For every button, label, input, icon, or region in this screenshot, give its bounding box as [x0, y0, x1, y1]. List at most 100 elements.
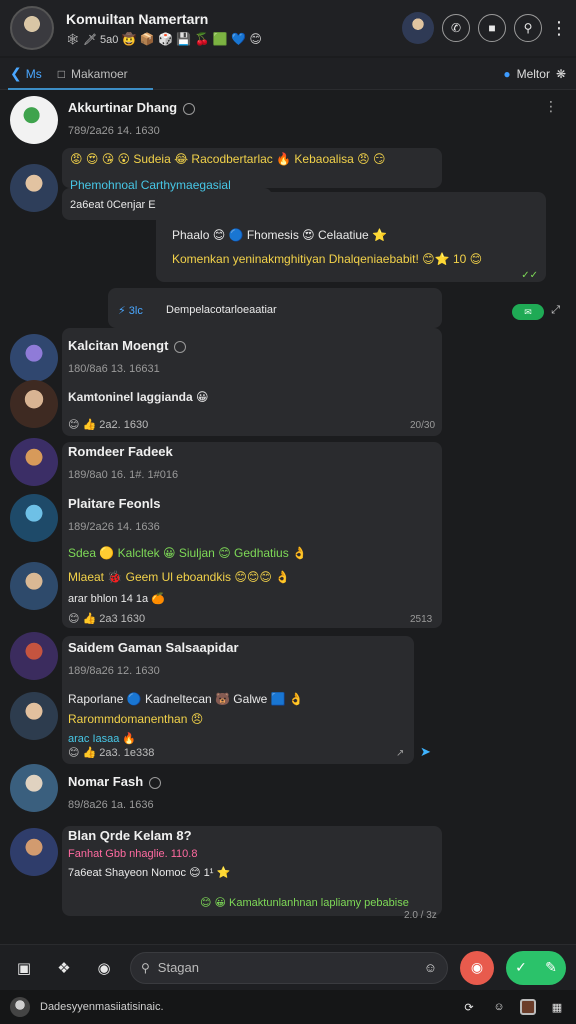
arrow-left-icon[interactable]: ❮: [10, 65, 22, 82]
reaction-line: 😡 😍 😘 😮 Sudeia 😂 Racodbertarlac 🔥 Kebaoa…: [70, 152, 386, 166]
reply-text: 😊 😀 Kamaktunlanhnan lapliamy pebabise: [200, 897, 409, 909]
group-title[interactable]: Komuiltan Namertarn: [66, 11, 402, 27]
sender-name[interactable]: Plaitare Feonls: [68, 496, 160, 511]
bottom-actions: ⟳ ☺ ▦: [460, 998, 566, 1016]
settings-icon[interactable]: ❋: [556, 67, 566, 81]
message-time: 20/30: [410, 420, 436, 431]
search-icon[interactable]: ⚲: [514, 14, 542, 42]
message-meta: 189/8a0 16. 1#. 1#016: [68, 469, 179, 481]
sender-name[interactable]: Akkurtinar Dhang: [68, 100, 196, 115]
new-message-pill[interactable]: ✉: [512, 304, 544, 320]
voice-icon[interactable]: ◉: [460, 950, 494, 985]
user-avatar[interactable]: [10, 632, 58, 680]
meltor-label[interactable]: Meltor: [517, 67, 550, 81]
sender-name[interactable]: Kalcitan Moengt: [68, 338, 187, 353]
face-icon[interactable]: ☺: [490, 998, 508, 1016]
header-actions: ✆ ■ ⚲ ⋮: [402, 12, 568, 44]
reaction-row[interactable]: 😊 👍 2a2. 1630: [68, 418, 148, 431]
user-avatar[interactable]: [10, 764, 58, 812]
header-text: Komuiltan Namertarn 🕸 🗡 5a0 🤠 📦 🎲 💾 🍒 🟩 …: [66, 11, 402, 46]
verified-icon: [174, 340, 187, 353]
message-menu-icon[interactable]: ⋮: [544, 98, 558, 115]
message-input[interactable]: [157, 960, 416, 975]
message-meta: 180/8a6 13. 16631: [68, 363, 160, 375]
user-avatar[interactable]: [10, 438, 58, 486]
group-avatar[interactable]: [10, 6, 54, 50]
message-text: Fanhat Gbb nhaglie. 110.8: [68, 848, 198, 860]
sticker-icon[interactable]: ◉: [90, 954, 118, 982]
profile-avatar[interactable]: [402, 12, 434, 44]
user-avatar[interactable]: [10, 164, 58, 212]
reaction-row[interactable]: 😊 👍 2a3. 1e338: [68, 746, 154, 759]
sender-name-text: Akkurtinar Dhang: [68, 100, 178, 115]
user-avatar[interactable]: [10, 828, 58, 876]
user-avatar[interactable]: [10, 562, 58, 610]
message-text: Kamtoninel Iaggianda 😀: [68, 390, 209, 404]
subtitle-emojis: 🤠 📦 🎲 💾 🍒 🟩 💙 😊: [121, 31, 262, 46]
reaction-row[interactable]: 😊 👍 2a3 1630: [68, 612, 145, 625]
search-icon: ⚲: [141, 960, 150, 975]
square-icon: □: [57, 66, 65, 81]
message-input-wrap: ⚲ ☺: [130, 951, 448, 984]
message-subtext: arar bhlon 14 1a 🍊: [68, 593, 165, 605]
user-avatar[interactable]: [10, 692, 58, 740]
sender-name[interactable]: Nomar Fash: [68, 774, 162, 789]
grid-icon[interactable]: ▦: [548, 998, 566, 1016]
user-avatar[interactable]: [10, 96, 58, 144]
sender-name-text: Nomar Fash: [68, 774, 144, 789]
tab-makamoer[interactable]: Makamoer: [71, 67, 128, 81]
edit-icon: ✎: [545, 959, 557, 975]
refresh-icon[interactable]: ⟳: [460, 998, 478, 1016]
check-icon: ✓: [515, 959, 527, 975]
message-text: Raporlane 🔵 Kadneltecan 🐻 Galwe 🟦 👌: [68, 692, 304, 706]
message-text: Komenkan yeninakmghitiyan Dhalqeniaebabi…: [172, 252, 483, 266]
user-avatar[interactable]: [10, 380, 58, 428]
globe-icon: ●: [503, 66, 511, 81]
more-vertical-icon[interactable]: ⋮: [550, 18, 568, 39]
video-icon[interactable]: ■: [478, 14, 506, 42]
user-avatar[interactable]: [10, 334, 58, 382]
message-time: ↗: [396, 748, 405, 759]
verified-icon: [149, 776, 162, 789]
verified-icon: [183, 102, 196, 115]
message-time: 2.0 / 3z: [404, 910, 437, 921]
message-meta: 189/8a26 12. 1630: [68, 665, 160, 677]
message-item: Akkurtinar Dhang 789/2a26 14. 1630 ⋮: [0, 92, 576, 152]
subheader: ❮ Ms □ Makamoer ● Meltor ❋: [0, 58, 576, 90]
message-text: Mlaeat 🐞 Geem Ul eboandkis 😊😊😊 👌: [68, 570, 291, 584]
message-text: Sdea 🟡 Kalcltek 😀 Siuljan 😊 Gedhatius 👌: [68, 546, 308, 560]
emoji-icon[interactable]: ☺: [424, 960, 437, 975]
chat-bubble-icon[interactable]: ❖: [50, 954, 78, 982]
bottom-label: Dadesyyenmasiiatisinaic.: [40, 1001, 164, 1013]
camera-icon[interactable]: ▣: [10, 954, 38, 982]
forward-icon[interactable]: ➤: [420, 744, 431, 760]
read-receipt-icon: ✓✓: [521, 270, 538, 281]
message-text: Phemohnoal Carthymaegasial: [70, 178, 231, 192]
sender-name[interactable]: Blan Qrde Kelam 8?: [68, 828, 192, 843]
account-avatar[interactable]: [10, 997, 30, 1017]
phone-icon[interactable]: ✆: [442, 14, 470, 42]
app-square-icon[interactable]: [520, 999, 536, 1015]
tab-ms[interactable]: Ms: [26, 67, 42, 81]
system-tag: ⚡ 3lc: [118, 305, 143, 317]
bottom-bar: Dadesyyenmasiiatisinaic. ⟳ ☺ ▦: [0, 990, 576, 1024]
message-header: Blan Qrde Kelam 8?: [68, 828, 192, 843]
subtitle-prefix: 🕸 🗡 5a0: [66, 33, 119, 46]
group-subtitle: 🕸 🗡 5a0 🤠 📦 🎲 💾 🍒 🟩 💙 😊: [66, 32, 402, 46]
message-meta: 89/8a26 1a. 1636: [68, 799, 154, 811]
sender-name[interactable]: Saidem Gaman Salsaapidar: [68, 640, 239, 655]
send-button[interactable]: ✓ ✎: [506, 950, 566, 985]
chat-header: Komuiltan Namertarn 🕸 🗡 5a0 🤠 📦 🎲 💾 🍒 🟩 …: [0, 0, 576, 56]
user-avatar[interactable]: [10, 494, 58, 542]
sender-name[interactable]: Romdeer Fadeek: [68, 444, 178, 459]
message-header: Nomar Fash 89/8a26 1a. 1636: [68, 774, 162, 811]
composer: ▣ ❖ ◉ ⚲ ☺ ◉ ✓ ✎: [0, 944, 576, 990]
message-header: Plaitare Feonls 189/2a26 14. 1636: [68, 496, 160, 533]
expand-icon[interactable]: ⤢: [551, 304, 560, 317]
message-header: Saidem Gaman Salsaapidar 189/8a26 12. 16…: [68, 640, 239, 677]
message-time: 2513: [410, 614, 433, 625]
subheader-right: ● Meltor ❋: [503, 67, 566, 81]
message-subtext: 7a6eat Shayeon Nomoc 😊 1¹ ⭐: [68, 867, 231, 879]
message-subtext: arac Iasaa 🔥: [68, 733, 137, 745]
message-list[interactable]: Akkurtinar Dhang 789/2a26 14. 1630 ⋮ 😡 😍…: [0, 92, 576, 942]
